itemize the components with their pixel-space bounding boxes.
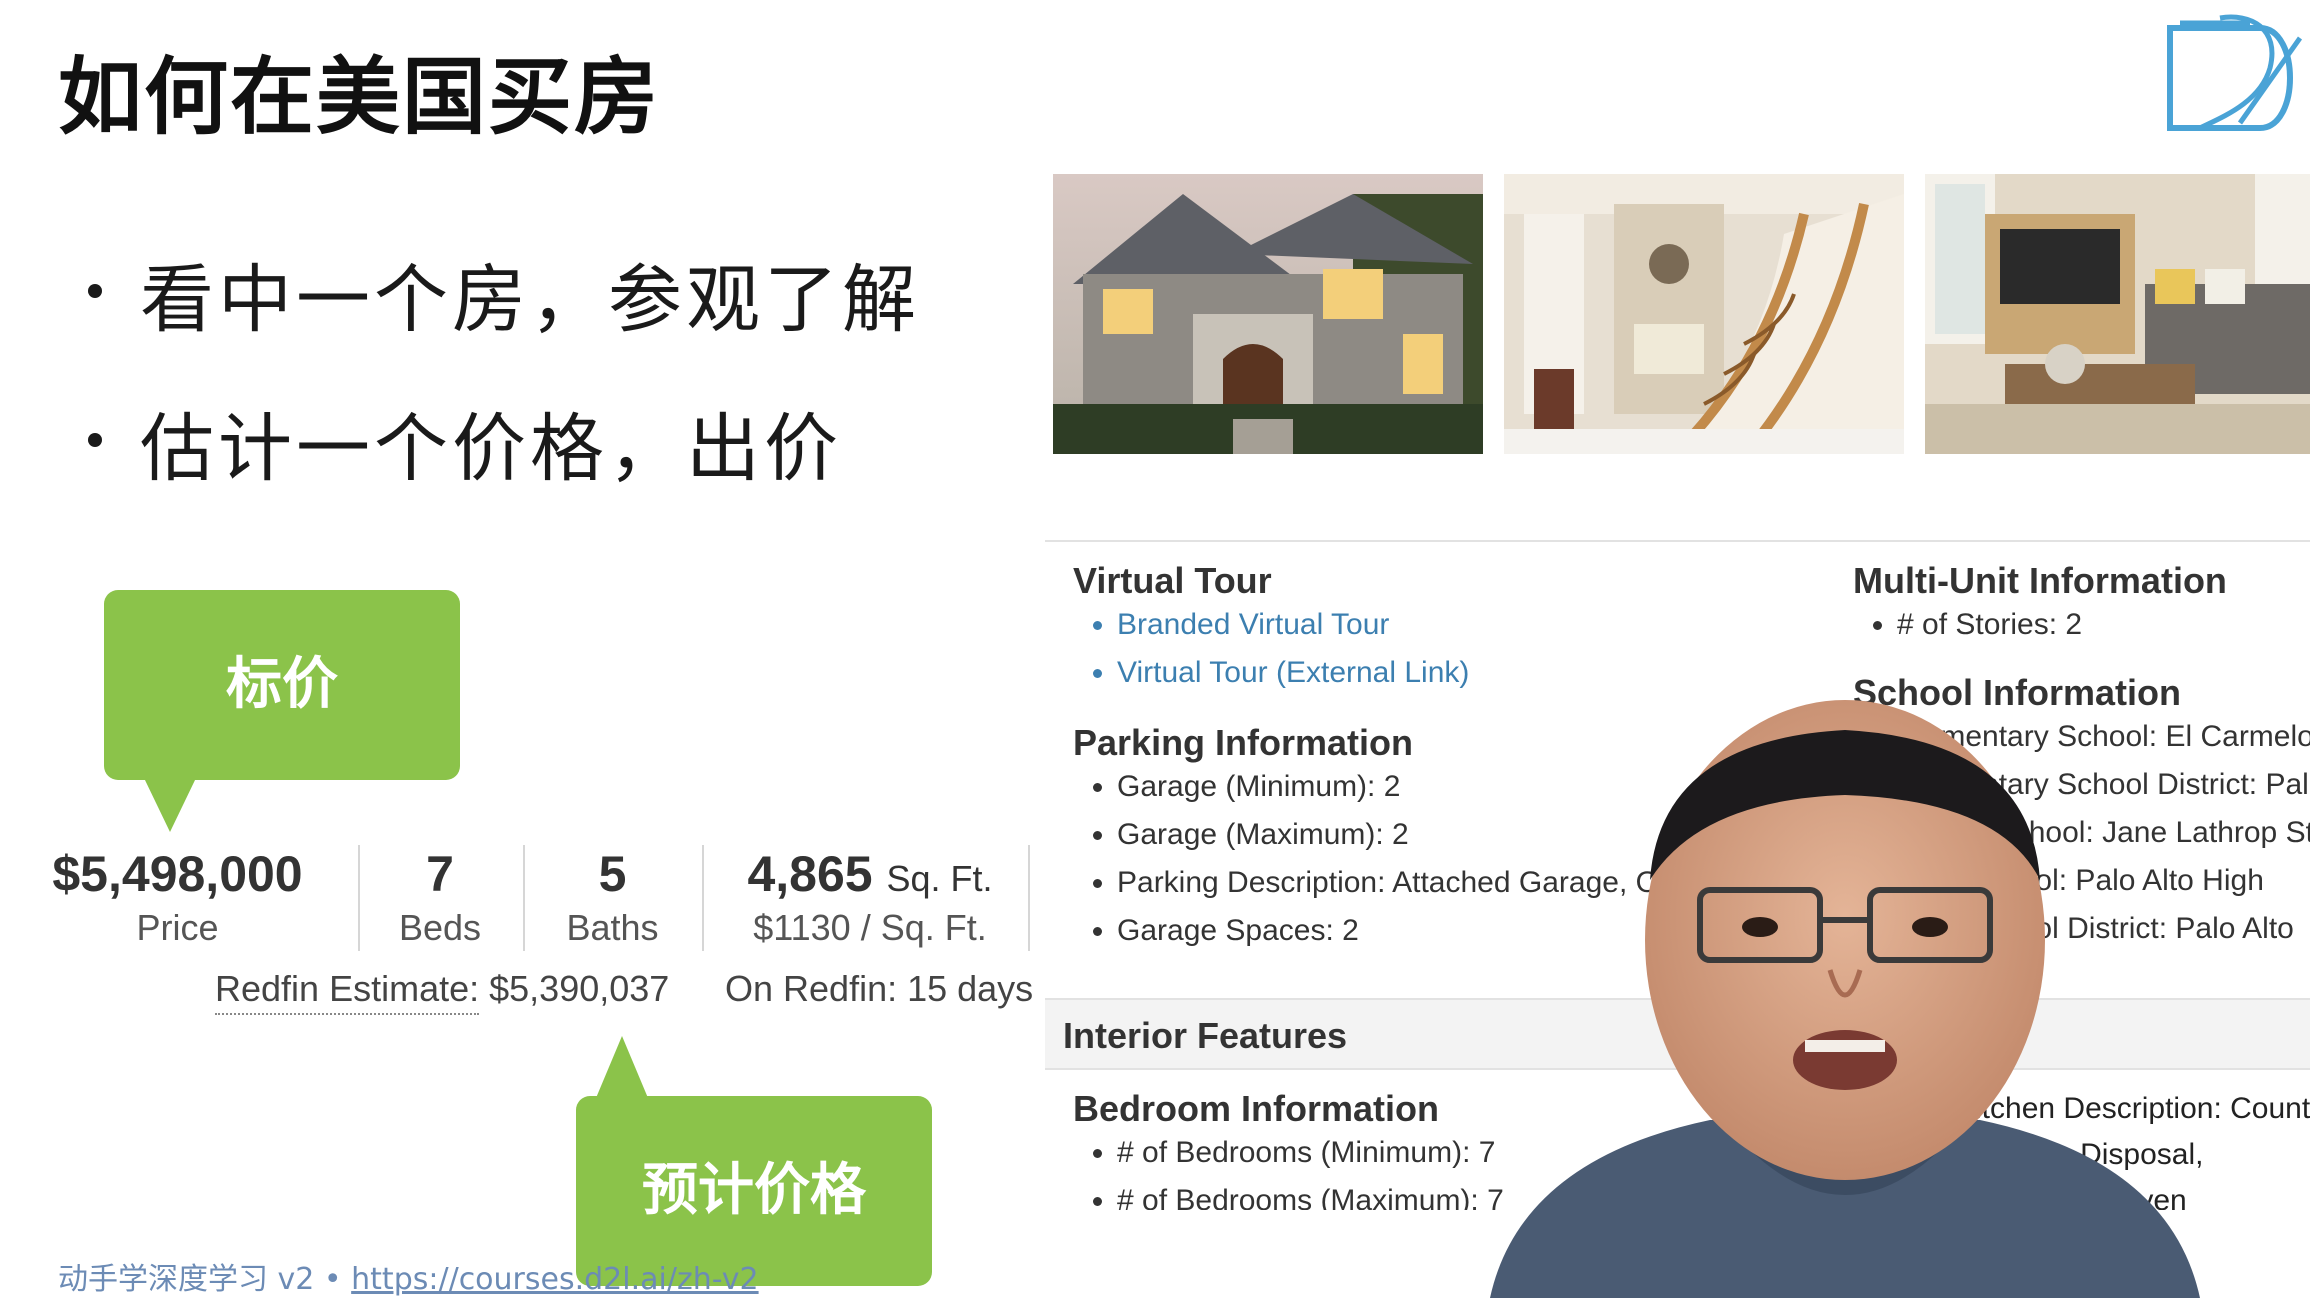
baths-stat: 5 Baths (545, 845, 680, 949)
virtual-tour-heading: Virtual Tour (1073, 560, 1272, 601)
beds-label: Beds (398, 907, 482, 948)
living-room-photo (1925, 174, 2310, 454)
branded-virtual-tour-link[interactable]: Branded Virtual Tour (1117, 610, 1773, 640)
redfin-estimate[interactable]: Redfin Estimate: $5,390,037 (215, 968, 670, 1015)
bullet-list: 看中一个房，参观了解 估计一个价格，出价 (88, 240, 920, 538)
multi-unit-heading: Multi-Unit Information (1853, 560, 2227, 601)
price-value: $5,498,000 (52, 846, 303, 902)
stat-divider (1028, 845, 1030, 951)
baths-label: Baths (566, 907, 659, 948)
estimate-label[interactable]: Redfin Estimate: (215, 968, 480, 1015)
bullet-item: 估计一个价格，出价 (88, 389, 920, 496)
footer-text: 动手学深度学习 v2 • (58, 1262, 352, 1297)
staircase-interior-photo (1504, 174, 1904, 454)
d2l-logo-icon (2160, 8, 2310, 138)
price-label: Price (136, 907, 219, 948)
slide-title: 如何在美国买房 (58, 48, 661, 146)
stat-divider (702, 845, 704, 951)
price-stat: $5,498,000 Price (30, 845, 325, 949)
multi-unit-section: Multi-Unit Information # of Stories: 2 (1853, 560, 2310, 658)
beds-stat: 7 Beds (380, 845, 500, 949)
stat-divider (358, 845, 360, 951)
list-price-callout: 标价 (104, 590, 460, 832)
slide-footer: 动手学深度学习 v2 • https://courses.d2l.ai/zh-v… (58, 1254, 759, 1298)
course-link[interactable]: https://courses.d2l.ai/zh-v2 (351, 1262, 758, 1297)
beds-value: 7 (426, 846, 454, 902)
list-item: # of Stories: 2 (1897, 610, 2310, 640)
estimate-value: $5,390,037 (489, 968, 670, 1009)
days-on-redfin: On Redfin: 15 days (725, 968, 1034, 1009)
sqft-unit: Sq. Ft. (886, 858, 993, 899)
details-divider (1045, 540, 2310, 542)
presenter-video (1380, 680, 2310, 1298)
house-exterior-photo (1053, 174, 1483, 454)
price-per-sqft: $1130 / Sq. Ft. (753, 907, 987, 948)
sqft-value: 4,865 (747, 846, 873, 902)
stat-divider (523, 845, 525, 951)
sqft-stat: 4,865 Sq. Ft. $1130 / Sq. Ft. (720, 845, 1020, 949)
bullet-item: 看中一个房，参观了解 (88, 240, 920, 347)
baths-value: 5 (598, 846, 627, 902)
